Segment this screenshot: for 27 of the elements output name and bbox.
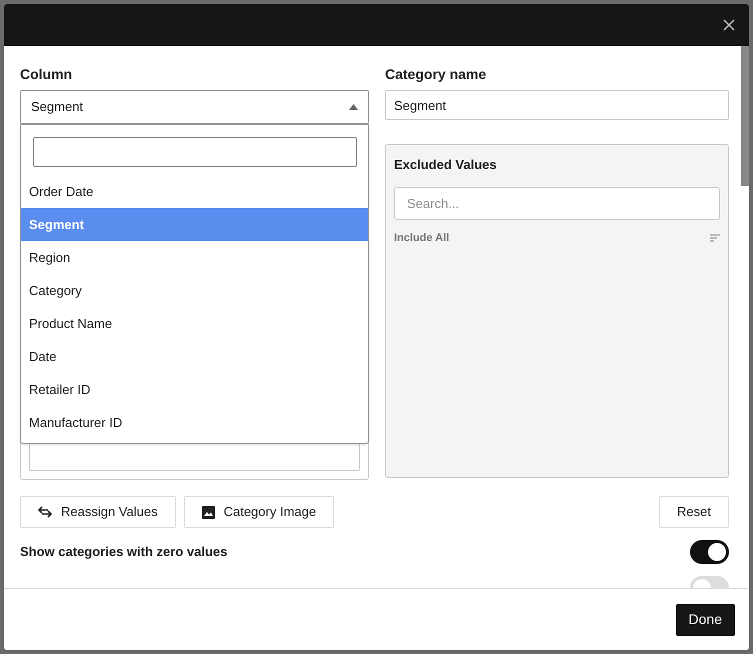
search-field[interactable]: Search... bbox=[394, 186, 720, 220]
dropdown-option[interactable]: Region bbox=[21, 241, 368, 274]
done-button[interactable]: Done bbox=[676, 604, 735, 636]
panel-title: Excluded Values bbox=[394, 156, 498, 174]
close-icon[interactable] bbox=[723, 19, 735, 31]
toolbar-button[interactable]: Reassign Values bbox=[20, 496, 176, 528]
scrollbar-thumb[interactable] bbox=[741, 46, 749, 186]
field-label: Column bbox=[20, 65, 74, 84]
toggle-switch[interactable] bbox=[690, 540, 729, 564]
dropdown-option[interactable]: Retailer ID bbox=[21, 373, 368, 406]
toolbar-button[interactable]: Category Image bbox=[184, 496, 334, 528]
dropdown-option[interactable]: Product Name bbox=[21, 307, 368, 340]
toggle-label: Show categories with zero values bbox=[20, 543, 228, 562]
swap-arrows-icon bbox=[38, 506, 52, 518]
caret-icon bbox=[349, 104, 358, 110]
dropdown-search-field[interactable] bbox=[33, 137, 357, 167]
image-icon bbox=[202, 506, 215, 518]
dropdown-option[interactable]: Date bbox=[21, 340, 368, 373]
field-label: Category name bbox=[385, 65, 488, 84]
dropdown-option[interactable]: Manufacturer ID bbox=[21, 406, 368, 439]
category-name-field[interactable]: Segment bbox=[385, 90, 729, 120]
column-select[interactable]: Segment bbox=[20, 90, 369, 124]
dropdown-option[interactable]: Category bbox=[21, 274, 368, 307]
include-all-link[interactable]: Include All bbox=[394, 230, 450, 246]
dropdown-option[interactable]: Order Date bbox=[21, 175, 368, 208]
sort-icon[interactable] bbox=[710, 234, 720, 242]
reset-button[interactable]: Reset bbox=[659, 496, 729, 528]
